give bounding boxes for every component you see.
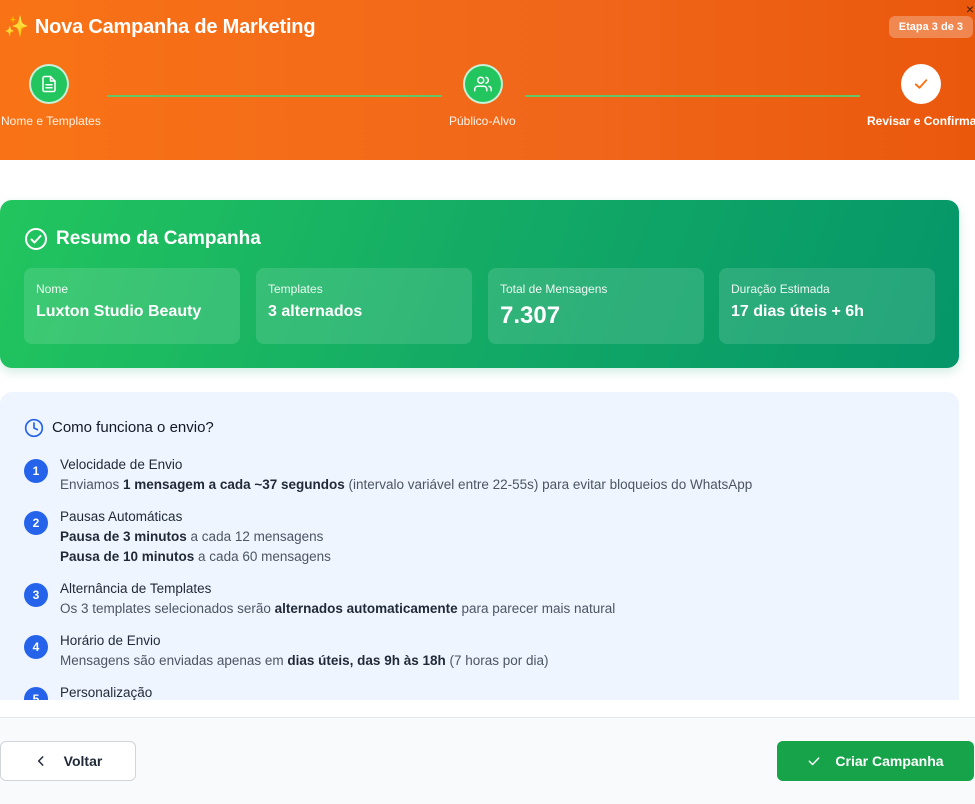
modal-title: Nova Campanha de Marketing — [34, 16, 316, 38]
step-number-badge: 4 — [24, 635, 48, 659]
summary-title: Resumo da Campanha — [56, 228, 261, 249]
step-1-label: Nome e Templates — [1, 114, 101, 128]
step-number-badge: 1 — [24, 459, 48, 483]
check-icon — [809, 757, 820, 766]
info-item: 2 Pausas Automáticas Pausa de 3 minutos … — [24, 507, 331, 567]
info-item: 4 Horário de Envio Mensagens são enviada… — [24, 631, 549, 671]
document-icon — [42, 75, 56, 93]
card-label: Total de Mensagens — [500, 282, 608, 296]
create-campaign-button[interactable]: Criar Campanha — [777, 741, 974, 781]
item-title: Personalização — [60, 685, 153, 700]
check-icon — [914, 79, 928, 89]
summary-card-total-messages: Total de Mensagens 7.307 — [488, 268, 704, 344]
create-campaign-label: Criar Campanha — [835, 753, 944, 769]
info-item: 5 Personalização — [24, 683, 152, 700]
summary-title-row: Resumo da Campanha — [24, 227, 261, 251]
summary-card-templates: Templates 3 alternados — [256, 268, 472, 344]
modal-header: ✨ Nova Campanha de Marketing × Etapa 3 d… — [0, 0, 975, 160]
step-number-badge: 2 — [24, 511, 48, 535]
item-title: Velocidade de Envio — [60, 457, 183, 472]
step-3-label: Revisar e Confirmar — [867, 114, 975, 128]
summary-card-duration: Duração Estimada 17 dias úteis + 6h — [719, 268, 935, 344]
summary-card-name: Nome Luxton Studio Beauty — [24, 268, 240, 344]
check-circle-icon — [25, 228, 47, 250]
item-description: Os 3 templates selecionados serão altern… — [60, 601, 616, 616]
card-label: Templates — [268, 282, 323, 296]
step-number-badge: 5 — [24, 687, 48, 700]
step-1-circle[interactable] — [29, 64, 69, 104]
title-row: ✨ Nova Campanha de Marketing — [4, 15, 316, 39]
item-description: Pausa de 3 minutos a cada 12 mensagens — [60, 529, 324, 544]
step-connector-1 — [107, 95, 442, 97]
step-2-circle[interactable] — [463, 64, 503, 104]
item-title: Pausas Automáticas — [60, 509, 183, 524]
info-title: Como funciona o envio? — [52, 419, 214, 436]
item-description: Pausa de 10 minutos a cada 60 mensagens — [60, 549, 331, 564]
card-value: Luxton Studio Beauty — [36, 303, 202, 320]
item-title: Alternância de Templates — [60, 581, 212, 596]
item-description: Enviamos 1 mensagem a cada ~37 segundos … — [60, 477, 753, 492]
close-icon[interactable]: × — [966, 2, 974, 16]
info-title-row: Como funciona o envio? — [24, 418, 214, 438]
info-item: 1 Velocidade de Envio Enviamos 1 mensage… — [24, 455, 752, 495]
sparkle-icon: ✨ — [4, 16, 29, 38]
card-value: 17 dias úteis + 6h — [731, 303, 864, 320]
item-description: Mensagens são enviadas apenas em dias út… — [60, 653, 549, 668]
step-2-label: Público-Alvo — [449, 114, 516, 128]
clock-icon — [24, 418, 44, 438]
card-label: Duração Estimada — [731, 282, 830, 296]
step-number-badge: 3 — [24, 583, 48, 607]
info-item: 3 Alternância de Templates Os 3 template… — [24, 579, 615, 619]
card-value: 7.307 — [500, 302, 561, 329]
step-connector-2 — [525, 95, 860, 97]
back-button[interactable]: Voltar — [0, 741, 136, 781]
step-3-circle[interactable] — [901, 64, 941, 104]
step-badge: Etapa 3 de 3 — [888, 16, 973, 38]
back-button-label: Voltar — [63, 753, 103, 769]
card-value: 3 alternados — [268, 303, 363, 320]
users-icon — [474, 76, 492, 92]
item-title: Horário de Envio — [60, 633, 161, 648]
chevron-left-icon — [37, 756, 44, 766]
info-scroll-clip: 5 Personalização — [0, 680, 959, 700]
card-label: Nome — [36, 282, 69, 296]
